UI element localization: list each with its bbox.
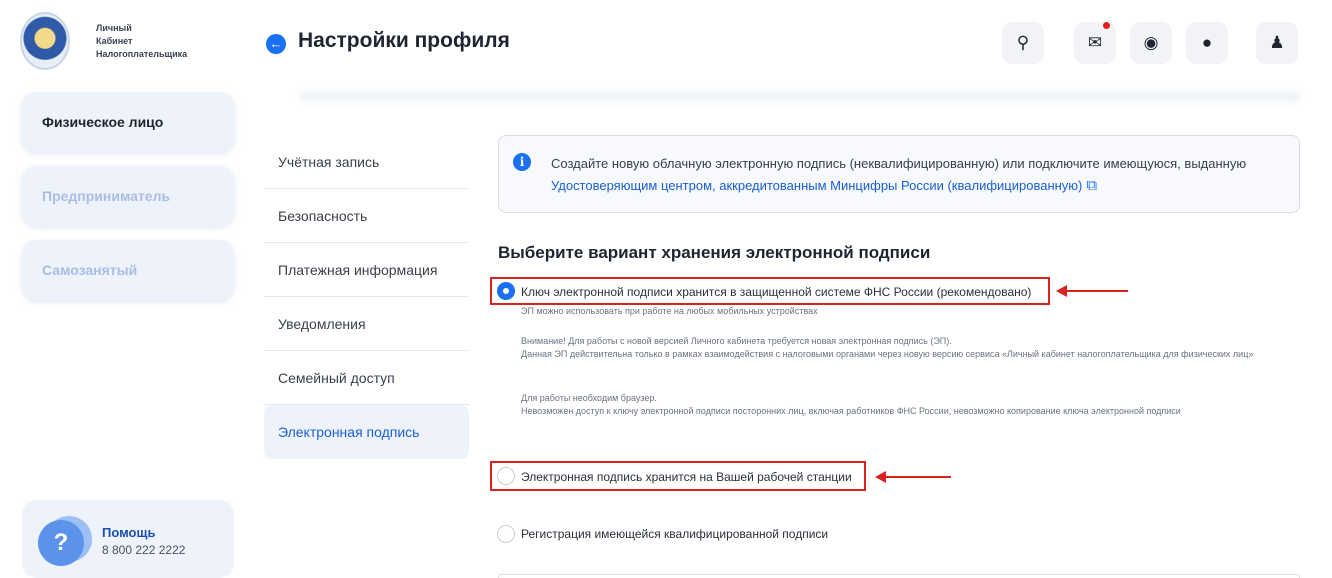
mail-icon: ✉ <box>1087 33 1103 52</box>
option-note: Невозможен доступ к ключу электронной по… <box>521 406 1181 416</box>
option-note: ЭП можно использовать при работе на любы… <box>521 306 818 316</box>
logo-caption[interactable]: Личный Кабинет Налогоплательщика <box>96 22 226 61</box>
storage-option-qualified-label[interactable]: Регистрация имеющейся квалифицированной … <box>521 527 828 541</box>
settings-nav-e-signature[interactable]: Электронная подпись <box>264 405 469 459</box>
storage-option-workstation-radio[interactable] <box>497 467 515 485</box>
profile-button[interactable]: ♟ <box>1256 22 1298 64</box>
arrow-left-icon[interactable]: ← <box>266 34 286 54</box>
info-text-body: Создайте новую облачную электронную подп… <box>551 156 1247 171</box>
search-icon: ⚲ <box>1016 33 1030 52</box>
external-link-icon[interactable]: ⧉ <box>1086 175 1097 197</box>
annotation-arrow <box>875 471 951 483</box>
storage-option-fns-radio[interactable] <box>497 282 515 300</box>
fns-logo[interactable] <box>20 12 70 70</box>
settings-nav-notifications[interactable]: Уведомления <box>264 297 469 351</box>
sidebar-item-self-employed[interactable]: Самозанятый <box>22 240 234 300</box>
info-text: Создайте новую облачную электронную подп… <box>551 153 1261 197</box>
search-button[interactable]: ⚲ <box>1002 22 1044 64</box>
option-note: Внимание! Для работы с новой версией Лич… <box>521 336 952 346</box>
sidebar-item-entrepreneur[interactable]: Предприниматель <box>22 166 234 226</box>
help-title: Помощь <box>102 525 156 540</box>
eye-off-icon: ◉ <box>1143 33 1159 52</box>
storage-option-workstation-label[interactable]: Электронная подпись хранится на Вашей ра… <box>521 470 852 484</box>
help-icon: ? <box>38 520 84 566</box>
page-title: Настройки профиля <box>298 29 510 52</box>
visibility-toggle-button[interactable]: ◉ <box>1130 22 1172 64</box>
annotation-arrow <box>1056 285 1128 297</box>
logo-caption-line: Кабинет <box>96 36 133 46</box>
settings-nav-payment[interactable]: Платежная информация <box>264 243 469 297</box>
storage-option-qualified-radio[interactable] <box>497 525 515 543</box>
app-root: Личный Кабинет Налогоплательщика ← Настр… <box>0 0 1332 578</box>
help-card[interactable]: ? Помощь 8 800 222 2222 <box>22 500 234 578</box>
user-icon: ♟ <box>1269 33 1285 52</box>
header-shadow <box>300 92 1300 106</box>
accredited-ca-link[interactable]: Удостоверяющим центром, аккредитованным … <box>551 178 1082 193</box>
tips-button[interactable]: ● <box>1186 22 1228 64</box>
info-icon: i <box>513 153 531 171</box>
storage-section-title: Выберите вариант хранения электронной по… <box>498 243 931 262</box>
settings-nav-security[interactable]: Безопасность <box>264 189 469 243</box>
messages-button[interactable]: ✉ <box>1074 22 1116 64</box>
sidebar-item-individual[interactable]: Физическое лицо <box>22 92 234 152</box>
option-note: Для работы необходим браузер. <box>521 393 657 403</box>
settings-nav-family[interactable]: Семейный доступ <box>264 351 469 405</box>
storage-option-fns-label[interactable]: Ключ электронной подписи хранится в защи… <box>521 285 1031 299</box>
logo-caption-line: Личный <box>96 23 132 33</box>
settings-nav-account[interactable]: Учётная запись <box>264 135 469 189</box>
logo-caption-line: Налогоплательщика <box>96 49 188 59</box>
help-phone: 8 800 222 2222 <box>102 543 186 557</box>
lightbulb-icon: ● <box>1201 33 1213 52</box>
next-panel-edge <box>498 574 1300 578</box>
info-box: i Создайте новую облачную электронную по… <box>498 135 1300 213</box>
option-note: Данная ЭП действительна только в рамках … <box>521 349 1254 359</box>
